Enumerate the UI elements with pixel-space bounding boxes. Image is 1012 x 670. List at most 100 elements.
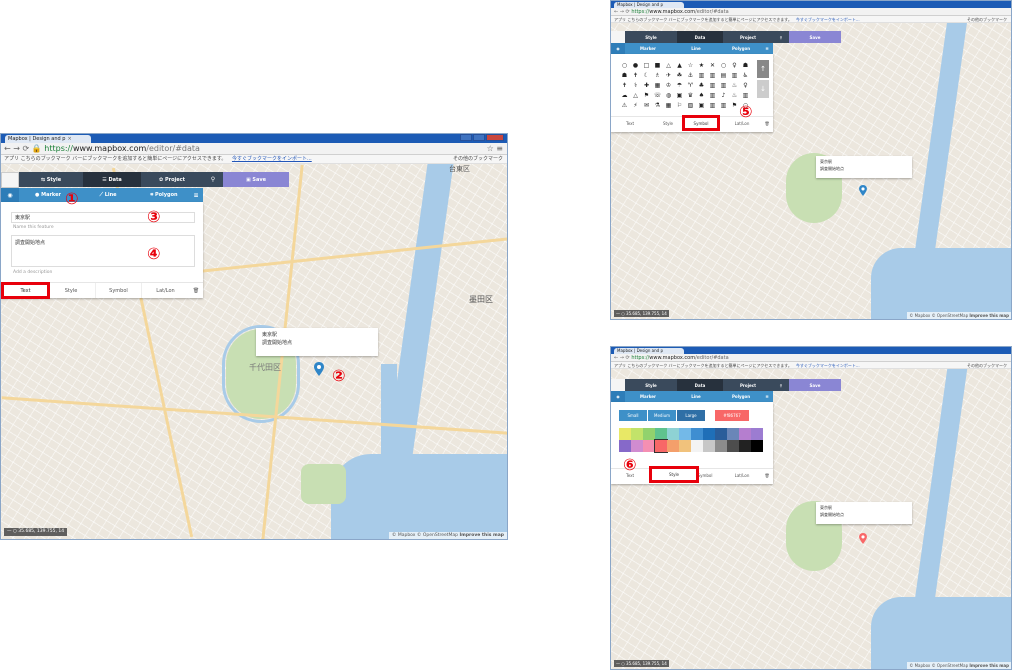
symbol-option-icon[interactable]: ♀	[729, 60, 740, 70]
symbol-option-icon[interactable]: ▥	[707, 90, 718, 100]
address-bar-3[interactable]: ← → ⟳ https://www.mapbox.com/editor/#dat…	[611, 354, 1011, 362]
symbol-option-icon[interactable]: ✚	[641, 80, 652, 90]
size-medium-button[interactable]: Medium	[648, 410, 676, 421]
tab-style[interactable]: Style	[47, 283, 95, 298]
map-marker-2[interactable]	[859, 181, 867, 200]
improve-map-link-2[interactable]: Improve this map	[969, 313, 1009, 318]
nav-style-2[interactable]: Style	[625, 31, 677, 43]
feature-name-field[interactable]: 東京駅	[11, 212, 195, 223]
symbol-option-icon[interactable]: ⚑	[641, 90, 652, 100]
symbol-option-icon[interactable]: ✉	[641, 100, 652, 110]
apps-label[interactable]: アプリ	[4, 156, 19, 162]
color-swatch[interactable]	[727, 428, 739, 440]
symbol-option-icon[interactable]: ★	[696, 60, 707, 70]
color-swatch[interactable]	[631, 428, 643, 440]
symbol-option-icon[interactable]: ▥	[707, 70, 718, 80]
minimize-button[interactable]	[460, 134, 472, 141]
symbol-tab-highlight[interactable]: Symbol	[682, 115, 720, 131]
other-bookmarks-3[interactable]: その他のブックマーク	[967, 362, 1007, 368]
attribution-mapbox-3[interactable]: © Mapbox	[909, 663, 930, 668]
symbol-option-icon[interactable]: ■	[652, 60, 663, 70]
color-swatch[interactable]	[619, 440, 631, 452]
nav-save[interactable]: ▣ Save	[223, 172, 289, 187]
subnav-marker-3[interactable]: Marker	[625, 391, 671, 402]
color-swatch[interactable]	[655, 428, 667, 440]
symbol-option-icon[interactable]: ⚡	[630, 100, 641, 110]
feature-description-field[interactable]: 調査開始地点	[11, 235, 195, 267]
attribution-osm-2[interactable]: © OpenStreetMap	[932, 313, 969, 318]
color-swatch[interactable]	[667, 440, 679, 452]
symbol-option-icon[interactable]: ▤	[718, 70, 729, 80]
subnav-line-2[interactable]: Line	[671, 43, 721, 54]
scroll-down-icon[interactable]: ↓	[757, 80, 769, 98]
symbol-option-icon[interactable]: △	[630, 90, 641, 100]
tab-latlon-3[interactable]: Lat/Lon	[723, 469, 761, 482]
subnav-polygon-2[interactable]: Polygon	[721, 43, 761, 54]
maximize-button[interactable]	[473, 134, 485, 141]
search-icon[interactable]: ⚲	[203, 172, 223, 187]
color-swatch[interactable]	[691, 428, 703, 440]
color-swatch[interactable]	[727, 440, 739, 452]
symbol-option-icon[interactable]: ☂	[674, 80, 685, 90]
symbol-option-icon[interactable]: ▲	[674, 60, 685, 70]
color-swatch[interactable]	[631, 440, 643, 452]
close-window-button[interactable]	[486, 134, 504, 141]
import-bookmarks-link-2[interactable]: 今すぐブックマークをインポート...	[796, 17, 860, 22]
menu-icon[interactable]: ≡	[189, 188, 203, 202]
symbol-option-icon[interactable]: ▣	[696, 100, 707, 110]
attribution-osm-3[interactable]: © OpenStreetMap	[932, 663, 969, 668]
color-swatch[interactable]	[751, 440, 763, 452]
symbol-option-icon[interactable]: ▦	[652, 80, 663, 90]
symbol-option-icon[interactable]: ♔	[663, 80, 674, 90]
back-icon[interactable]: ← → ⟳	[4, 144, 29, 153]
nav-style-3[interactable]: Style	[625, 379, 677, 391]
symbol-option-icon[interactable]: ♈	[685, 80, 696, 90]
layer-icon[interactable]: ◉	[1, 188, 19, 202]
symbol-option-icon[interactable]: ♣	[696, 80, 707, 90]
symbol-option-icon[interactable]: ⚓	[685, 70, 696, 80]
color-swatch[interactable]	[739, 428, 751, 440]
map-marker-3[interactable]	[859, 529, 867, 548]
color-swatch[interactable]	[703, 428, 715, 440]
symbol-option-icon[interactable]: ○	[619, 60, 630, 70]
nav-data-3[interactable]: Data	[677, 379, 723, 391]
improve-map-link-3[interactable]: Improve this map	[969, 663, 1009, 668]
nav-save-3[interactable]: Save	[789, 379, 841, 391]
scroll-up-icon[interactable]: ↑	[757, 60, 769, 78]
nav-data[interactable]: ☰ Data	[83, 172, 141, 187]
address-bar-2[interactable]: ← → ⟳ https://www.mapbox.com/editor/#dat…	[611, 8, 1011, 16]
nav-data-2[interactable]: Data	[677, 31, 723, 43]
color-swatch[interactable]	[654, 439, 668, 453]
symbol-option-icon[interactable]: ♗	[652, 70, 663, 80]
symbol-option-icon[interactable]: ▥	[740, 90, 751, 100]
symbol-option-icon[interactable]: ♿	[740, 70, 751, 80]
color-hex-input[interactable]: #f86767	[715, 410, 749, 421]
symbol-option-icon[interactable]: ▧	[685, 100, 696, 110]
text-tab-highlight[interactable]: Text	[1, 282, 50, 299]
symbol-option-icon[interactable]: ♨	[729, 90, 740, 100]
color-swatch[interactable]	[703, 440, 715, 452]
editor-avatar-3[interactable]	[611, 379, 625, 391]
symbol-option-icon[interactable]: ☗	[740, 60, 751, 70]
star-icon[interactable]: ☆ ≡	[487, 143, 503, 155]
improve-map-link[interactable]: Improve this map	[459, 533, 504, 538]
style-tab-highlight[interactable]: Style	[649, 466, 699, 483]
subnav-marker-2[interactable]: Marker	[625, 43, 671, 54]
color-swatch[interactable]	[691, 440, 703, 452]
symbol-option-icon[interactable]: ♨	[729, 80, 740, 90]
editor-avatar[interactable]	[1, 172, 19, 188]
menu-icon-3[interactable]: ≡	[761, 391, 773, 402]
apps-label-3[interactable]: アプリ	[614, 363, 626, 368]
symbol-option-icon[interactable]: ▥	[718, 80, 729, 90]
symbol-option-icon[interactable]: ♠	[696, 90, 707, 100]
nav-project[interactable]: ✿ Project	[141, 172, 203, 187]
symbol-option-icon[interactable]: ○	[718, 60, 729, 70]
layer-icon-3[interactable]: ◉	[611, 391, 625, 402]
symbol-option-icon[interactable]: ✕	[707, 60, 718, 70]
symbol-option-icon[interactable]: ▣	[674, 90, 685, 100]
tab-text-2[interactable]: Text	[611, 117, 649, 130]
import-bookmarks-link[interactable]: 今すぐブックマークをインポート...	[232, 156, 312, 162]
color-swatch[interactable]	[679, 440, 691, 452]
tab-latlon[interactable]: Lat/Lon	[141, 283, 189, 298]
symbol-option-icon[interactable]: ▥	[729, 70, 740, 80]
